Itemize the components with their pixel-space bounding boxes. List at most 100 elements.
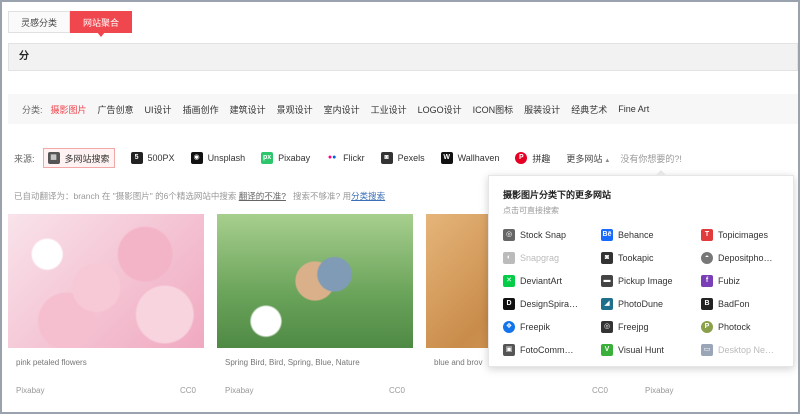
source-unsplash[interactable]: ◉ Unsplash [190,148,245,168]
freejpg-icon: ◎ [601,321,613,333]
site-tookapic[interactable]: ◙ Tookapic [601,251,701,265]
site-visual-hunt[interactable]: V Visual Hunt [601,343,701,357]
more-sites-dropdown: 摄影图片分类下的更多网站 点击可直接搜索 ◎ Stock Snap Bē Behan… [488,170,794,367]
photodune-icon: ◢ [601,298,613,310]
result-source: Pixabay [225,386,254,395]
category-ad-creative[interactable]: 广告创意 [98,103,134,116]
category-architecture[interactable]: 建筑设计 [230,103,266,116]
site-behance[interactable]: Bē Behance [601,228,701,242]
result-license: CC0 [388,386,405,395]
site-fotocommunity[interactable]: ▣ FotoComm… [503,343,601,357]
site-label: Snapgrag [520,253,560,263]
designspiration-icon: D [503,298,515,310]
source-pexels-label: Pexels [397,153,425,163]
site-photodune[interactable]: ◢ PhotoDune [601,297,701,311]
mode-tabs: 灵感分类 网站聚合 [8,11,133,37]
site-freejpg[interactable]: ◎ Freejpg [601,320,701,334]
result-card[interactable]: pink petaled flowers Pixabay CC0 [8,214,204,404]
visual-hunt-icon: V [601,344,613,356]
site-freepik[interactable]: ❖ Freepik [503,320,601,334]
desktop-nexus-icon: ▭ [701,344,713,356]
category-fine-art[interactable]: Fine Art [618,104,649,114]
pinterest-icon: P [515,152,528,164]
category-icon[interactable]: ICON图标 [473,103,514,116]
more-sites-label: 更多网站 [566,153,603,164]
wallhaven-icon: W [440,152,453,164]
translation-notice: 已自动翻译为：branch 在 "摄影图片" 的6个精选网站中搜索 翻译的不准?… [14,190,385,202]
category-industrial[interactable]: 工业设计 [371,103,407,116]
source-pinterest[interactable]: P 拼趣 [515,148,550,168]
category-logo[interactable]: LOGO设计 [418,103,462,116]
category-illustration[interactable]: 插画创作 [183,103,219,116]
source-pixabay-label: Pixabay [278,153,311,163]
translation-feedback-link[interactable]: 翻译的不准? [239,191,286,201]
result-source: Pixabay [645,386,674,395]
snapgrag-icon: ◐ [503,252,515,264]
category-fashion[interactable]: 服装设计 [524,103,560,116]
category-classic-art[interactable]: 经典艺术 [571,103,607,116]
freepik-icon: ❖ [503,321,515,333]
category-ui-design[interactable]: UI设计 [145,103,172,116]
stocksnap-icon: ◎ [503,229,515,241]
site-label: Depositpho… [718,253,773,263]
site-topicimages[interactable]: T Topicimages [701,228,791,242]
site-badfon[interactable]: B BadFon [701,297,791,311]
deviantart-icon: ✕ [503,275,515,287]
site-label: DeviantArt [520,276,563,286]
site-label: BadFon [718,299,750,309]
more-sites-title: 摄影图片分类下的更多网站 [503,190,612,200]
source-pexels[interactable]: ◙ Pexels [380,148,425,168]
category-label: 分类: [22,104,43,115]
caret-up-icon: ▲ [604,157,611,164]
flickr-icon: ●● [327,154,337,161]
more-sites-grid: ◎ Stock Snap Bē Behance T Topicimages ◐ Snap… [503,228,779,357]
photock-icon: P [701,321,713,333]
source-500px[interactable]: 5 500PX [130,148,175,168]
site-designspiration[interactable]: D DesignSpira… [503,297,601,311]
result-license: CC0 [179,386,196,395]
source-wallhaven[interactable]: W Wallhaven [440,148,500,168]
site-snapgrag[interactable]: ◐ Snapgrag [503,251,601,265]
site-label: PhotoDune [618,299,664,309]
site-label: FotoComm… [520,345,574,355]
tookapic-icon: ◙ [601,252,613,264]
site-label: Freepik [520,322,551,332]
site-deviantart[interactable]: ✕ DeviantArt [503,274,601,288]
result-source: Pixabay [16,386,45,395]
source-flickr[interactable]: ●● Flickr [326,148,365,168]
more-sites-toggle[interactable]: 更多网站 ▲ [566,152,610,165]
site-stock-snap[interactable]: ◎ Stock Snap [503,228,601,242]
source-label: 来源: [14,153,35,164]
fotocommunity-icon: ▣ [503,344,515,356]
more-sites-subtitle: 点击可直接搜索 [503,206,559,215]
category-landscape[interactable]: 景观设计 [277,103,313,116]
tab-site-aggregation[interactable]: 网站聚合 [70,11,133,37]
search-input[interactable]: 分 [8,43,798,71]
category-photography[interactable]: 摄影图片 [51,103,87,116]
site-label: Freejpg [618,322,649,332]
result-card[interactable]: Spring Bird, Bird, Spring, Blue, Nature … [217,214,413,404]
tab-inspiration-category[interactable]: 灵感分类 [8,11,71,33]
camera-icon: ◉ [190,152,203,164]
source-multi-site[interactable]: ▦ 多网站搜索 [42,148,115,168]
site-desktop-nexus[interactable]: ▭ Desktop Ne… [701,343,791,357]
result-image[interactable] [217,214,413,348]
badfon-icon: B [701,298,713,310]
site-photock[interactable]: P Photock [701,320,791,334]
category-search-link[interactable]: 分类搜索 [351,191,385,201]
source-pinterest-label: 拼趣 [532,153,551,164]
site-label: Stock Snap [520,230,567,240]
source-wallhaven-label: Wallhaven [457,153,500,163]
site-label: Photock [718,322,751,332]
site-depositphotos[interactable]: ◓ Depositpho… [701,251,791,265]
result-license: CC0 [592,386,609,395]
result-image[interactable] [8,214,204,348]
behance-icon: Bē [601,229,613,241]
site-pickup-image[interactable]: ▬ Pickup Image [601,274,701,288]
multi-site-icon: ▦ [47,152,60,164]
category-interior[interactable]: 室内设计 [324,103,360,116]
site-fubiz[interactable]: f Fubiz [701,274,791,288]
missing-site-hint[interactable]: 没有你想要的?! [620,152,682,165]
source-pixabay[interactable]: px Pixabay [261,148,310,168]
pixabay-icon: px [261,152,274,164]
